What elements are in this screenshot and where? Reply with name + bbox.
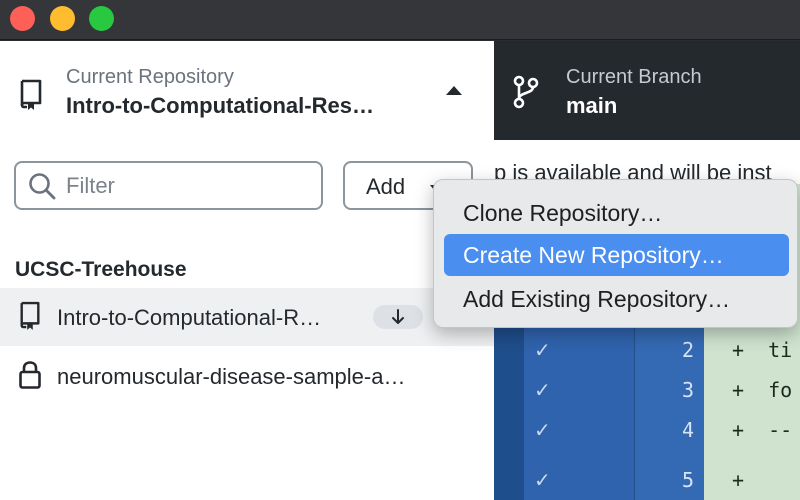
diff-row[interactable]: ✓ 4 + -- bbox=[494, 410, 800, 450]
diff-line-number: 3 bbox=[681, 378, 694, 402]
minimize-window-button[interactable] bbox=[50, 6, 75, 31]
close-window-button[interactable] bbox=[10, 6, 35, 31]
git-branch-icon bbox=[513, 75, 539, 109]
menu-item-label: Create New Repository… bbox=[463, 242, 724, 268]
diff-line-code: + bbox=[732, 468, 745, 492]
repository-list-item[interactable]: Intro-to-Computational-R… bbox=[0, 288, 494, 346]
add-repository-menu: Clone Repository… Create New Repository…… bbox=[433, 179, 798, 328]
repository-list-item[interactable]: neuromuscular-disease-sample-a… bbox=[0, 347, 494, 405]
menu-item-clone-repository[interactable]: Clone Repository… bbox=[444, 192, 789, 234]
title-bar bbox=[0, 0, 800, 40]
checkmark-icon: ✓ bbox=[534, 470, 551, 492]
search-icon bbox=[29, 173, 56, 200]
checkmark-icon: ✓ bbox=[534, 380, 551, 402]
zoom-window-button[interactable] bbox=[89, 6, 114, 31]
diff-line-number: 4 bbox=[681, 418, 694, 442]
menu-item-label: Add Existing Repository… bbox=[463, 286, 731, 312]
menu-item-add-existing-repository[interactable]: Add Existing Repository… bbox=[444, 278, 789, 320]
current-branch-caption: Current Branch bbox=[566, 66, 702, 88]
repo-icon bbox=[20, 79, 42, 110]
pull-count-badge bbox=[373, 305, 423, 329]
filter-input[interactable] bbox=[66, 170, 311, 202]
repository-group-header: UCSC-Treehouse bbox=[15, 258, 187, 281]
checkmark-icon: ✓ bbox=[534, 420, 551, 442]
lock-icon bbox=[19, 361, 41, 389]
current-repository-name[interactable]: Intro-to-Computational-Res… bbox=[66, 93, 374, 119]
filter-field[interactable] bbox=[14, 161, 323, 210]
chevron-up-icon[interactable] bbox=[446, 86, 462, 95]
diff-line-code: + -- bbox=[732, 418, 793, 442]
repository-name: neuromuscular-disease-sample-a… bbox=[57, 364, 406, 389]
diff-row[interactable]: ✓ 2 + ti bbox=[494, 330, 800, 370]
diff-row[interactable]: ✓ 5 + bbox=[494, 460, 800, 500]
repository-dropdown-panel: Current Repository Intro-to-Computationa… bbox=[0, 41, 494, 500]
update-banner: p is available and will be inst bbox=[494, 140, 800, 184]
diff-line-number: 5 bbox=[681, 468, 694, 492]
current-repository-caption: Current Repository bbox=[66, 66, 234, 88]
repo-icon bbox=[20, 301, 40, 330]
current-branch-toolbar[interactable]: Current Branch main bbox=[494, 41, 800, 140]
diff-line-code: + ti bbox=[732, 338, 793, 362]
arrow-down-icon bbox=[392, 309, 404, 324]
menu-item-create-new-repository[interactable]: Create New Repository… bbox=[444, 234, 789, 276]
diff-row[interactable]: ✓ 3 + fo bbox=[494, 370, 800, 410]
checkmark-icon: ✓ bbox=[534, 340, 551, 362]
add-button-label: Add bbox=[366, 174, 406, 199]
menu-item-label: Clone Repository… bbox=[463, 200, 663, 226]
repository-name: Intro-to-Computational-R… bbox=[57, 305, 322, 330]
current-branch-name: main bbox=[566, 93, 618, 118]
diff-line-code: + fo bbox=[732, 378, 793, 402]
diff-line-number: 2 bbox=[681, 338, 694, 362]
